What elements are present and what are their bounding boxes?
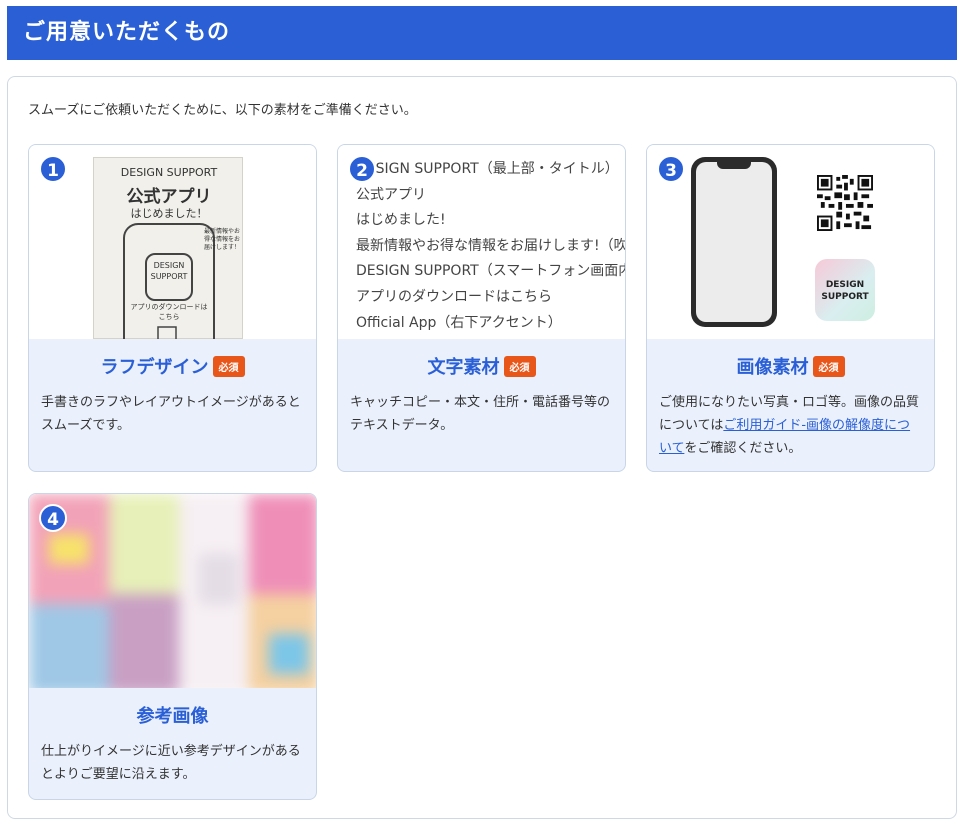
text-line: 公式アプリ	[356, 186, 426, 203]
card-title-row: 文字素材 必須	[338, 353, 625, 383]
card-title: 画像素材	[736, 357, 809, 378]
sketch-text: 最新情報やお得な情報をお届けします！	[204, 228, 241, 251]
card-title-row: 参考画像	[29, 702, 316, 732]
text-material-image: 2 DESIGN SUPPORT（最上部・タイトル） 公式アプリ はじめました!…	[338, 145, 625, 339]
qr-code-icon	[817, 175, 873, 231]
card-title: 文字素材	[427, 357, 500, 378]
sketch-text: 公式アプリ	[126, 187, 212, 207]
card-description: 仕上がりイメージに近い参考デザインがあるとよりご要望に沿えます。	[41, 744, 301, 782]
card-text-material: 2 DESIGN SUPPORT（最上部・タイトル） 公式アプリ はじめました!…	[337, 144, 626, 472]
step-number-badge: 2	[348, 155, 376, 183]
app-logo-icon: DESIGN SUPPORT	[815, 259, 875, 321]
card-title-row: 画像素材 必須	[647, 353, 934, 383]
intro-text: スムーズにご依頼いただくために、以下の素材をご準備ください。	[28, 103, 417, 118]
card-description: 手書きのラフやレイアウトイメージがあるとスムーズです。	[41, 395, 301, 433]
card-reference-image: 4 参考画像 仕上がりイメージに近い参考デザインがあるとよりご要望に沿えます。	[28, 493, 317, 800]
required-badge: 必須	[812, 355, 845, 377]
rough-design-image: 1 DESIGN SUPPORT 公式アプリ はじめました！ 最新情報やお得な情…	[29, 145, 316, 339]
text-line: 最新情報やお得な情報をお届けします!（吹き	[356, 237, 625, 254]
card-title-row: ラフデザイン 必須	[29, 353, 316, 383]
section-header: ご用意いただくもの	[7, 6, 957, 60]
text-line: アプリのダウンロードはこちら	[356, 288, 552, 305]
card-description: キャッチコピー・本文・住所・電話番号等のテキストデータ。	[350, 395, 611, 433]
materials-panel: スムーズにご依頼いただくために、以下の素材をご準備ください。 1 DESIGN …	[7, 76, 957, 819]
step-number-badge: 3	[657, 155, 685, 183]
card-title: ラフデザイン	[100, 357, 209, 378]
required-badge: 必須	[503, 355, 536, 377]
sketch-text: アプリのダウンロードはこちら	[130, 303, 208, 321]
sketch-text: DESIGN SUPPORT	[150, 261, 188, 281]
desc-text: をご確認ください。	[684, 441, 802, 456]
required-badge: 必須	[212, 355, 245, 377]
text-line: DESIGN SUPPORT（スマートフォン画面内	[356, 263, 625, 280]
text-sample-lines: DESIGN SUPPORT（最上部・タイトル） 公式アプリ はじめました! 最…	[356, 157, 625, 336]
step-number-badge: 4	[39, 504, 67, 532]
text-line: DESIGN SUPPORT（最上部・タイトル）	[356, 161, 619, 177]
step-number-badge: 1	[39, 155, 67, 183]
card-description: ご使用になりたい写真・ロゴ等。画像の品質についてはご利用ガイド-画像の解像度につ…	[647, 383, 934, 460]
section-title: ご用意いただくもの	[23, 20, 231, 45]
card-rough-design: 1 DESIGN SUPPORT 公式アプリ はじめました！ 最新情報やお得な情…	[28, 144, 317, 472]
sketch-drawing: DESIGN SUPPORT 公式アプリ はじめました！ 最新情報やお得な情報を…	[93, 157, 243, 339]
image-material-image: 3 DESIGN SUPPORT	[647, 145, 934, 339]
card-title: 参考画像	[136, 706, 209, 727]
phone-image	[691, 157, 777, 327]
card-image-material: 3 DESIGN SUPPORT 画像素材 必須 ご使用になりたい写真・ロゴ等。…	[646, 144, 935, 472]
text-line: はじめました!	[356, 212, 446, 229]
sketch-text: DESIGN SUPPORT	[120, 166, 218, 179]
text-line: Official App（右下アクセント）	[356, 314, 562, 331]
sketch-text: はじめました！	[130, 207, 208, 220]
reference-image: 4	[29, 494, 316, 688]
